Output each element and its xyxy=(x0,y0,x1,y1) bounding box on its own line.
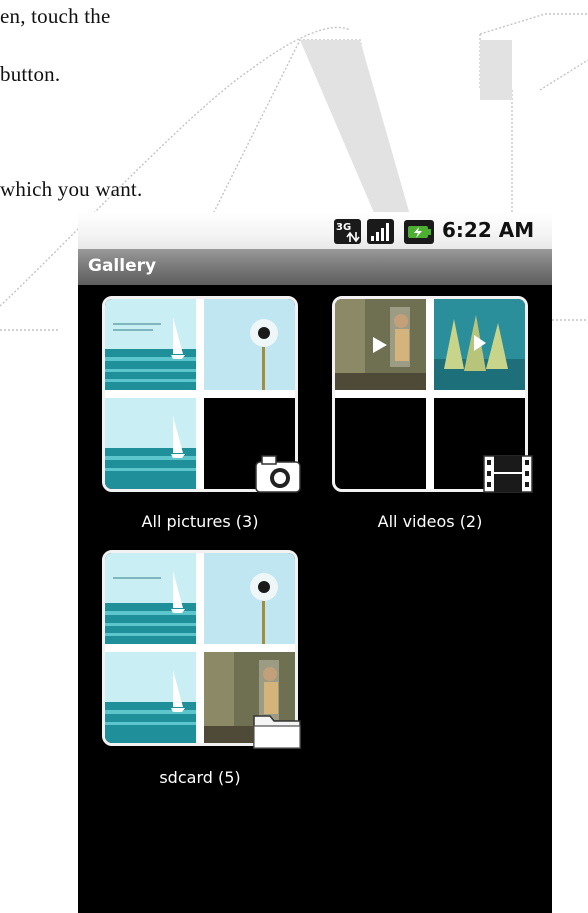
status-bar: 3G 6:22 AM xyxy=(78,212,552,249)
thumbnail-sea-sailboat-2 xyxy=(105,652,196,743)
thumbnail-sea-sailboat xyxy=(105,553,196,644)
thumbnail-dandelion xyxy=(204,553,295,644)
thumbnail-empty xyxy=(335,398,426,489)
instruction-text-line-1: en, touch the xyxy=(0,4,111,28)
instruction-text-line-2: button. xyxy=(0,62,61,86)
album-label-all-pictures: All pictures (3) xyxy=(141,512,259,531)
3g-data-icon: 3G xyxy=(334,219,361,244)
film-icon xyxy=(483,455,533,493)
svg-text:3G: 3G xyxy=(336,222,351,233)
camera-icon xyxy=(255,455,301,493)
thumbnail-dandelion xyxy=(204,299,295,390)
manual-page: en, touch the button. which you want. 3G xyxy=(0,0,588,913)
title-bar: Gallery xyxy=(78,249,552,285)
battery-charging-icon xyxy=(404,220,434,244)
thumbnail-sea-sailboat xyxy=(105,299,196,390)
album-label-sdcard: sdcard (5) xyxy=(159,768,241,787)
thumbnail-video-2 xyxy=(434,299,525,390)
signal-strength-icon xyxy=(367,219,394,244)
thumbnail-sea-sailboat-2 xyxy=(105,398,196,489)
thumbnail-video-1 xyxy=(335,299,426,390)
app-title: Gallery xyxy=(88,256,157,276)
instruction-text-line-3: which you want. xyxy=(0,177,143,201)
phone-screen: 3G 6:22 AM Gallery All pictures (3) All … xyxy=(78,212,552,913)
album-label-all-videos: All videos (2) xyxy=(377,512,483,531)
folder-icon xyxy=(253,715,301,749)
status-time: 6:22 AM xyxy=(442,218,535,242)
